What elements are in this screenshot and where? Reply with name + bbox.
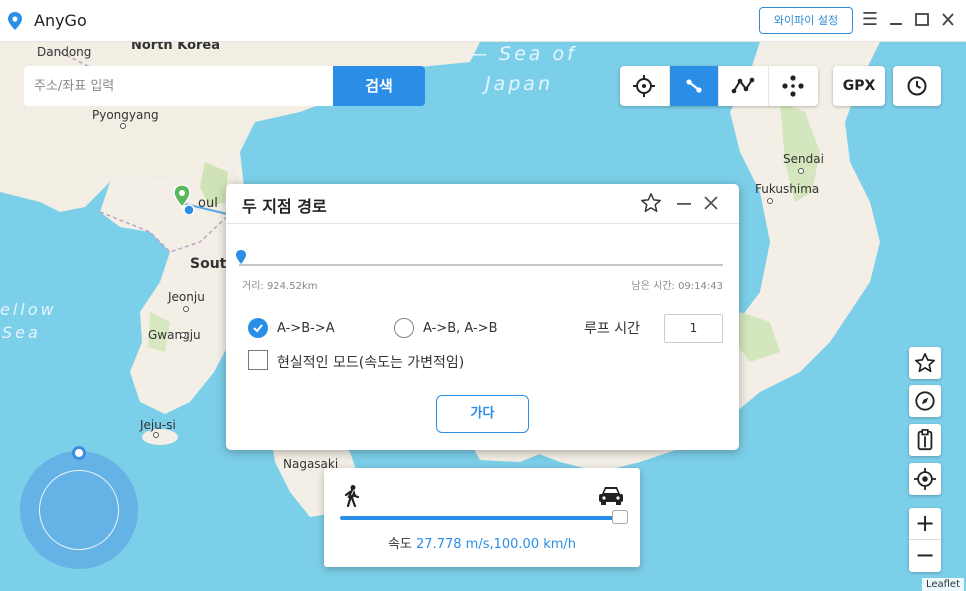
distance-text: 거리: 924.52km	[242, 281, 318, 292]
location-pin-icon[interactable]	[172, 185, 202, 215]
walking-icon	[344, 485, 360, 507]
option-round-trip-label: A->B->A	[277, 321, 335, 336]
menu-icon[interactable]: ☰	[860, 10, 880, 30]
minimize-icon[interactable]	[886, 10, 906, 30]
place-pyongyang: Pyongyang	[92, 108, 159, 122]
loop-count-input[interactable]: 1	[664, 314, 723, 343]
map-attribution[interactable]: Leaflet	[921, 578, 964, 591]
multi-point-route-icon	[731, 77, 755, 94]
mode-toolbar	[620, 66, 818, 106]
app-logo-icon	[8, 12, 22, 30]
realistic-mode-checkbox[interactable]	[248, 350, 268, 370]
yellow-sea-label-1: ellow	[0, 300, 57, 319]
clock-icon	[907, 76, 927, 96]
pyongyang-dot	[120, 123, 126, 129]
speed-slider-handle[interactable]	[612, 510, 628, 524]
zoom-in-button[interactable]: +	[909, 508, 941, 540]
realistic-mode-label: 현실적인 모드(속도는 가변적임)	[277, 355, 465, 371]
gpx-button[interactable]: GPX	[833, 66, 885, 106]
joystick-ring	[39, 470, 119, 550]
joystick[interactable]	[20, 446, 138, 569]
joystick-icon	[782, 75, 804, 97]
car-icon	[599, 487, 623, 505]
device-switch-button[interactable]	[909, 424, 941, 456]
sendai-dot	[798, 168, 804, 174]
option-repeat-label: A->B, A->B	[423, 321, 498, 336]
remaining-time-text: 남은 시간: 09:14:43	[631, 281, 723, 292]
speed-readout: 속도 27.778 m/s,100.00 km/h	[324, 533, 640, 552]
gwangju-dot	[180, 332, 186, 338]
star-icon	[915, 353, 935, 373]
star-outline-icon	[641, 193, 661, 212]
close-icon[interactable]	[938, 10, 958, 30]
phone-switch-icon	[917, 429, 933, 451]
two-point-route-icon	[686, 79, 702, 93]
speed-value: 27.778 m/s,100.00 km/h	[416, 537, 577, 552]
route-progress-marker-icon	[236, 250, 246, 264]
dialog-title: 두 지점 경로	[242, 197, 327, 216]
maximize-icon[interactable]	[912, 10, 932, 30]
place-sendai: Sendai	[783, 152, 824, 166]
jeonju-dot	[183, 306, 189, 312]
loop-count-label: 루프 시간	[584, 321, 640, 337]
speed-panel: 속도 27.778 m/s,100.00 km/h	[324, 468, 640, 567]
speed-label: 속도	[387, 537, 417, 552]
crosshair-icon	[633, 75, 656, 97]
place-jeonju: Jeonju	[168, 290, 205, 304]
route-progress-bar	[239, 264, 723, 266]
dialog-favorite-button[interactable]	[640, 192, 662, 214]
fukushima-dot	[767, 198, 773, 204]
place-fukushima: Fukushima	[755, 182, 820, 196]
teleport-mode-button[interactable]	[620, 66, 670, 106]
sea-of-japan-label-2: Japan	[485, 73, 553, 95]
history-button[interactable]	[893, 66, 941, 106]
place-north-korea: North Korea	[131, 42, 220, 53]
close-icon	[704, 196, 718, 210]
current-location-button[interactable]	[909, 463, 941, 495]
joystick-mode-button[interactable]	[769, 66, 819, 106]
speed-slider-track[interactable]	[340, 516, 622, 520]
joystick-knob[interactable]	[72, 446, 86, 460]
locate-icon	[914, 468, 936, 490]
place-jeju: Jeju-si	[140, 418, 176, 432]
place-dandong: Dandong	[37, 45, 92, 59]
dialog-divider	[226, 223, 739, 224]
two-spot-route-dialog: 두 지점 경로 거리: 924.52km 남은 시간: 09:14:43 A->…	[226, 184, 739, 450]
search-button[interactable]: 검색	[333, 66, 425, 106]
zoom-controls: + −	[909, 508, 941, 572]
place-gwangju: Gwangju	[148, 328, 201, 342]
two-spot-mode-button[interactable]	[669, 66, 719, 106]
sea-of-japan-label-1: — Sea of	[468, 43, 577, 65]
favorites-button[interactable]	[909, 347, 941, 379]
option-repeat-radio[interactable]	[394, 318, 414, 338]
zoom-out-button[interactable]: −	[909, 540, 941, 572]
multi-spot-mode-button[interactable]	[719, 66, 769, 106]
dialog-minimize-button[interactable]	[673, 192, 695, 214]
title-bar: AnyGo 와이파이 설정 ☰	[0, 0, 966, 42]
yellow-sea-label-2: Sea	[2, 323, 41, 342]
option-round-trip-radio[interactable]	[248, 318, 268, 338]
app-title: AnyGo	[34, 11, 87, 30]
compass-icon	[915, 391, 935, 411]
jeju-dot	[153, 432, 159, 438]
search-input[interactable]	[24, 66, 333, 106]
wifi-settings-button[interactable]: 와이파이 설정	[759, 7, 853, 34]
dialog-close-button[interactable]	[700, 192, 722, 214]
compass-button[interactable]	[909, 385, 941, 417]
go-button[interactable]: 가다	[436, 395, 529, 433]
minimize-icon	[677, 203, 691, 205]
checkmark-icon	[253, 324, 263, 333]
